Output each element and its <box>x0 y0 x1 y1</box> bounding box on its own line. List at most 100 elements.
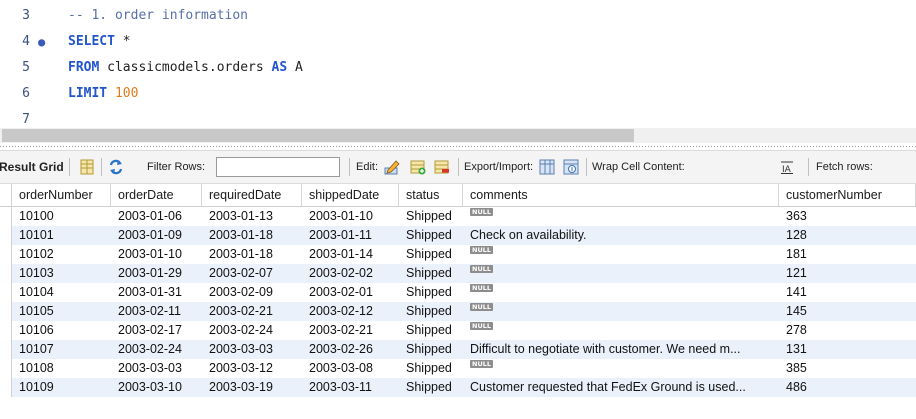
row-selector[interactable] <box>0 302 12 321</box>
table-cell-shippeddate[interactable]: 2003-02-01 <box>302 283 399 302</box>
editor-line[interactable]: 7 <box>0 110 916 130</box>
table-cell-requireddate[interactable]: 2003-01-18 <box>202 226 302 245</box>
row-selector[interactable] <box>0 226 12 245</box>
table-cell-comments[interactable]: NULL <box>463 321 779 340</box>
table-cell-ordernumber[interactable]: 10107 <box>12 340 111 359</box>
table-cell-requireddate[interactable]: 2003-02-09 <box>202 283 302 302</box>
table-cell-shippeddate[interactable]: 2003-02-12 <box>302 302 399 321</box>
table-cell-status[interactable]: Shipped <box>399 264 463 283</box>
table-cell-orderdate[interactable]: 2003-02-24 <box>111 340 202 359</box>
column-header-requireddate[interactable]: requiredDate <box>202 184 302 207</box>
table-row[interactable]: 10108 2003-03-03 2003-03-12 2003-03-08 Shipp… <box>0 359 916 378</box>
table-cell-customernumber[interactable]: 131 <box>779 340 916 359</box>
table-cell-ordernumber[interactable]: 10101 <box>12 226 111 245</box>
table-cell-comments[interactable]: NULL <box>463 359 779 378</box>
edit-pencil-icon[interactable] <box>384 159 400 175</box>
row-selector[interactable] <box>0 207 12 226</box>
table-cell-customernumber[interactable]: 145 <box>779 302 916 321</box>
table-cell-ordernumber[interactable]: 10102 <box>12 245 111 264</box>
column-header-shippeddate[interactable]: shippedDate <box>302 184 399 207</box>
result-grid-tab[interactable]: Result Grid <box>0 151 64 183</box>
table-cell-shippeddate[interactable]: 2003-02-21 <box>302 321 399 340</box>
table-row[interactable]: 10107 2003-02-24 2003-03-03 2003-02-26 Shipp… <box>0 340 916 359</box>
column-header-customernumber[interactable]: customerNumber <box>779 184 916 207</box>
filter-rows-input[interactable] <box>216 157 340 177</box>
table-cell-customernumber[interactable]: 141 <box>779 283 916 302</box>
table-cell-status[interactable]: Shipped <box>399 302 463 321</box>
table-row[interactable]: 10104 2003-01-31 2003-02-09 2003-02-01 Shipp… <box>0 283 916 302</box>
editor-horizontal-scrollbar[interactable] <box>0 128 916 143</box>
row-selector[interactable] <box>0 245 12 264</box>
table-cell-customernumber[interactable]: 181 <box>779 245 916 264</box>
table-cell-orderdate[interactable]: 2003-01-31 <box>111 283 202 302</box>
table-cell-requireddate[interactable]: 2003-02-24 <box>202 321 302 340</box>
table-cell-ordernumber[interactable]: 10105 <box>12 302 111 321</box>
table-cell-customernumber[interactable]: 128 <box>779 226 916 245</box>
table-cell-ordernumber[interactable]: 10106 <box>12 321 111 340</box>
table-cell-status[interactable]: Shipped <box>399 359 463 378</box>
table-cell-requireddate[interactable]: 2003-03-03 <box>202 340 302 359</box>
table-cell-orderdate[interactable]: 2003-03-10 <box>111 378 202 397</box>
column-header-comments[interactable]: comments <box>463 184 779 207</box>
table-cell-orderdate[interactable]: 2003-02-11 <box>111 302 202 321</box>
table-row[interactable]: 10105 2003-02-11 2003-02-21 2003-02-12 Shipp… <box>0 302 916 321</box>
table-cell-ordernumber[interactable]: 10103 <box>12 264 111 283</box>
row-selector[interactable] <box>0 378 12 397</box>
table-cell-status[interactable]: Shipped <box>399 378 463 397</box>
table-cell-orderdate[interactable]: 2003-03-03 <box>111 359 202 378</box>
table-cell-shippeddate[interactable]: 2003-03-11 <box>302 378 399 397</box>
table-cell-orderdate[interactable]: 2003-01-29 <box>111 264 202 283</box>
column-header-ordernumber[interactable]: orderNumber <box>12 184 111 207</box>
editor-line[interactable]: 3 -- 1. order information <box>0 6 916 26</box>
row-selector[interactable] <box>0 321 12 340</box>
table-cell-requireddate[interactable]: 2003-03-12 <box>202 359 302 378</box>
table-cell-customernumber[interactable]: 278 <box>779 321 916 340</box>
table-cell-requireddate[interactable]: 2003-02-07 <box>202 264 302 283</box>
row-selector[interactable] <box>0 359 12 378</box>
table-cell-orderdate[interactable]: 2003-01-06 <box>111 207 202 226</box>
table-cell-customernumber[interactable]: 363 <box>779 207 916 226</box>
add-row-icon[interactable] <box>410 159 426 175</box>
editor-line[interactable]: 4 ● SELECT * <box>0 32 916 52</box>
table-cell-status[interactable]: Shipped <box>399 283 463 302</box>
table-cell-customernumber[interactable]: 385 <box>779 359 916 378</box>
table-cell-status[interactable]: Shipped <box>399 226 463 245</box>
table-cell-shippeddate[interactable]: 2003-03-08 <box>302 359 399 378</box>
table-cell-shippeddate[interactable]: 2003-01-11 <box>302 226 399 245</box>
table-cell-shippeddate[interactable]: 2003-02-26 <box>302 340 399 359</box>
table-row[interactable]: 10102 2003-01-10 2003-01-18 2003-01-14 Shipp… <box>0 245 916 264</box>
table-cell-ordernumber[interactable]: 10100 <box>12 207 111 226</box>
table-cell-comments[interactable]: Customer requested that FedEx Ground is … <box>463 378 779 397</box>
table-cell-status[interactable]: Shipped <box>399 207 463 226</box>
table-cell-requireddate[interactable]: 2003-01-18 <box>202 245 302 264</box>
table-cell-orderdate[interactable]: 2003-02-17 <box>111 321 202 340</box>
table-cell-shippeddate[interactable]: 2003-02-02 <box>302 264 399 283</box>
table-cell-ordernumber[interactable]: 10108 <box>12 359 111 378</box>
table-cell-comments[interactable]: NULL <box>463 283 779 302</box>
table-cell-shippeddate[interactable]: 2003-01-14 <box>302 245 399 264</box>
scrollbar-thumb[interactable] <box>2 129 634 142</box>
table-cell-comments[interactable]: NULL <box>463 207 779 226</box>
row-selector[interactable] <box>0 283 12 302</box>
table-cell-requireddate[interactable]: 2003-01-13 <box>202 207 302 226</box>
table-row[interactable]: 10106 2003-02-17 2003-02-24 2003-02-21 Shipp… <box>0 321 916 340</box>
refresh-icon[interactable] <box>108 159 124 175</box>
table-cell-requireddate[interactable]: 2003-03-19 <box>202 378 302 397</box>
table-row[interactable]: 10109 2003-03-10 2003-03-19 2003-03-11 Shipp… <box>0 378 916 397</box>
table-row[interactable]: 10100 2003-01-06 2003-01-13 2003-01-10 Shipp… <box>0 207 916 226</box>
row-selector[interactable] <box>0 264 12 283</box>
import-icon[interactable] <box>563 159 579 175</box>
delete-row-icon[interactable] <box>434 159 450 175</box>
column-header-status[interactable]: status <box>399 184 463 207</box>
table-cell-ordernumber[interactable]: 10109 <box>12 378 111 397</box>
table-cell-comments[interactable]: NULL <box>463 245 779 264</box>
table-cell-orderdate[interactable]: 2003-01-10 <box>111 245 202 264</box>
table-cell-shippeddate[interactable]: 2003-01-10 <box>302 207 399 226</box>
export-icon[interactable] <box>539 159 555 175</box>
table-row[interactable]: 10101 2003-01-09 2003-01-18 2003-01-11 Shipp… <box>0 226 916 245</box>
table-cell-customernumber[interactable]: 121 <box>779 264 916 283</box>
pane-splitter[interactable] <box>0 143 916 150</box>
table-cell-comments[interactable]: NULL <box>463 302 779 321</box>
table-cell-ordernumber[interactable]: 10104 <box>12 283 111 302</box>
table-cell-orderdate[interactable]: 2003-01-09 <box>111 226 202 245</box>
